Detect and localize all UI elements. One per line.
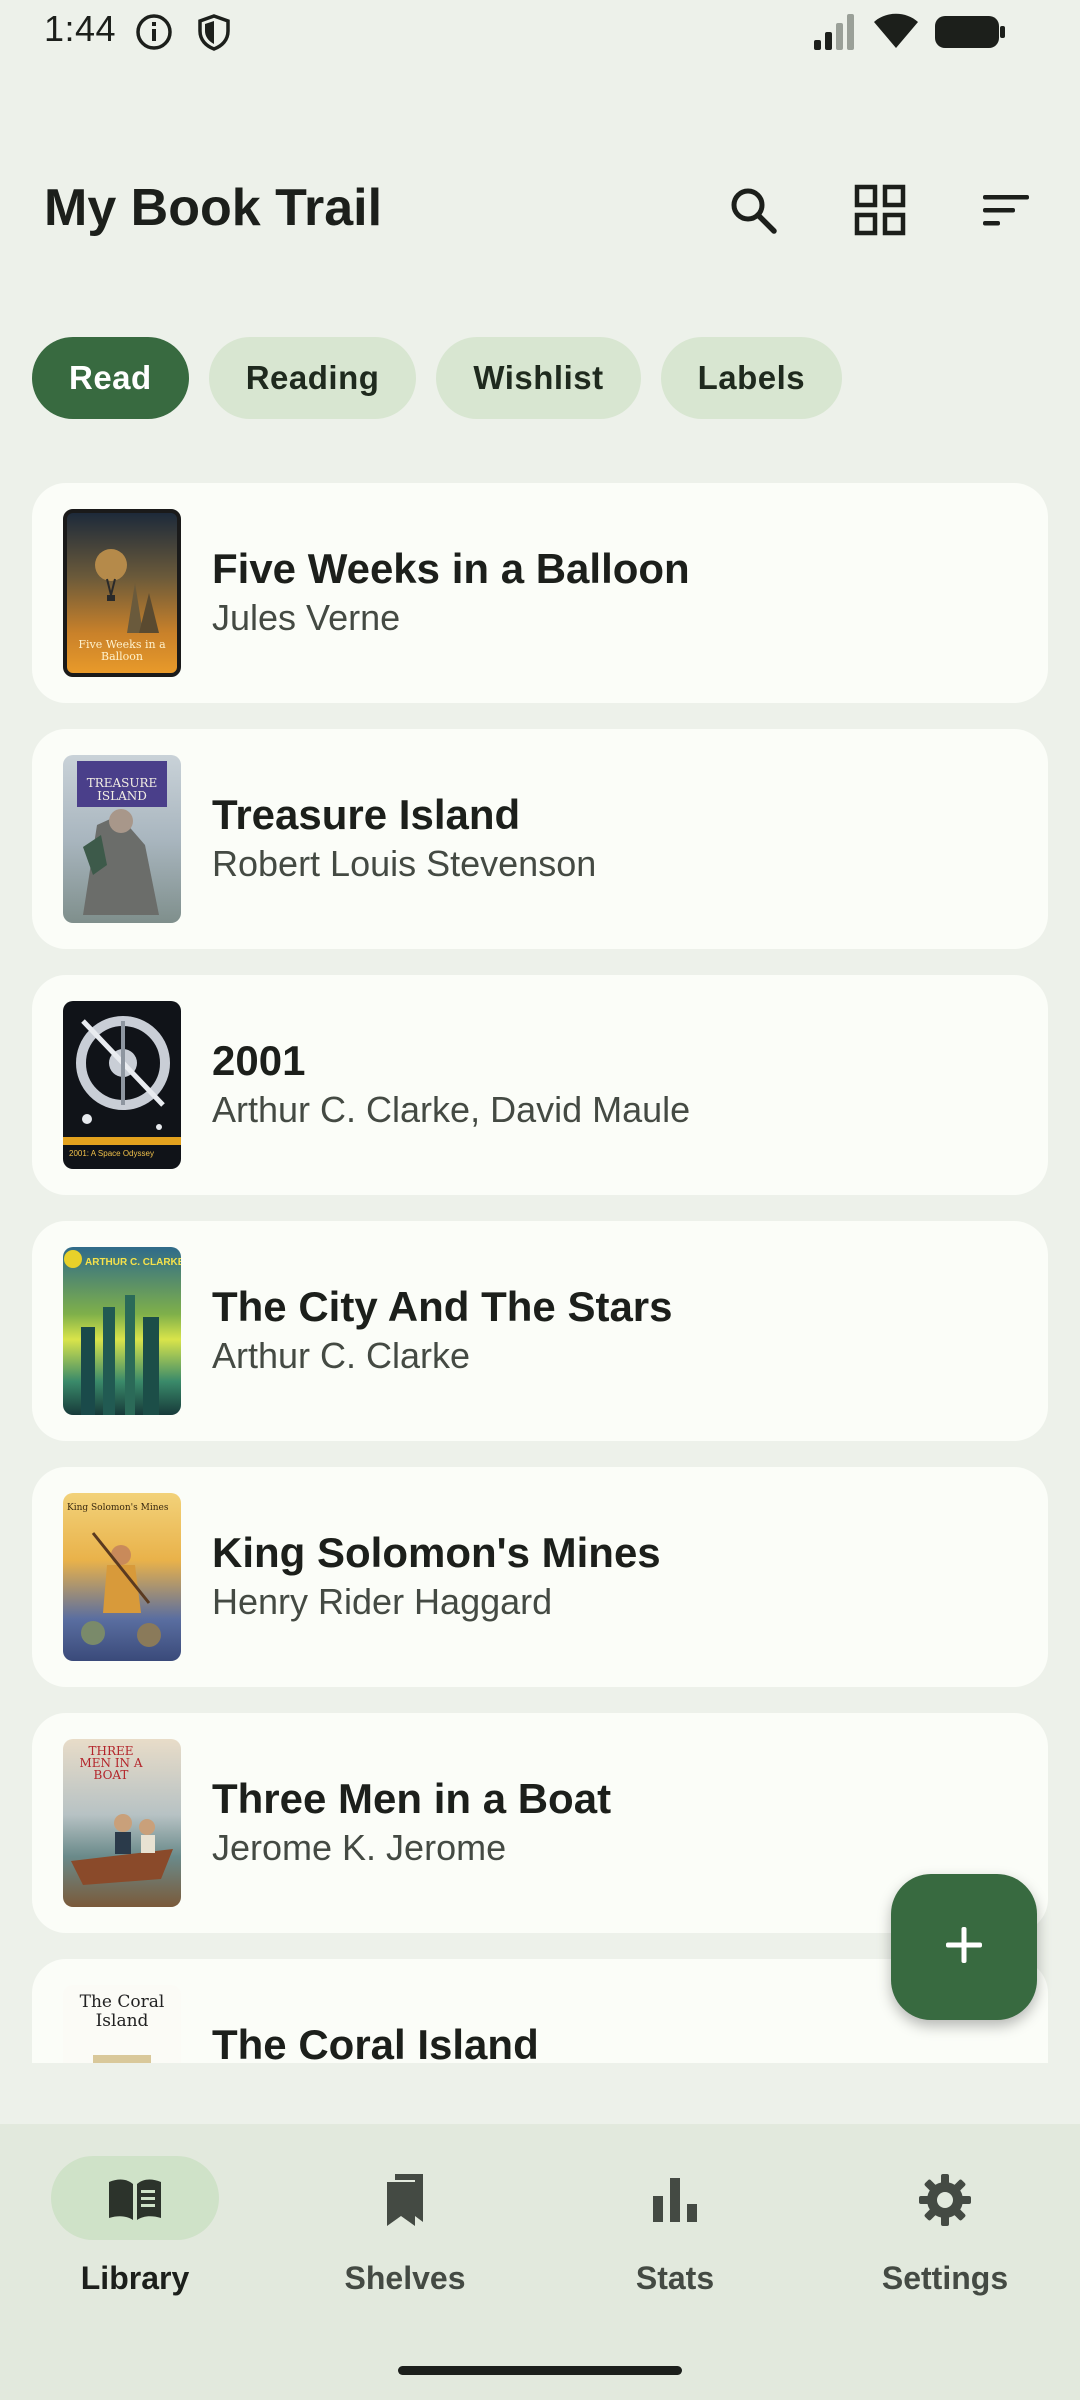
cellular-signal-icon <box>812 12 858 57</box>
sort-icon <box>979 183 1033 242</box>
book-card-king-solomons-mines[interactable]: King Solomon's Mines King Solomon's Mine… <box>32 1467 1048 1687</box>
gear-icon <box>915 2170 975 2230</box>
book-cover-text: King Solomon's Mines <box>67 1503 169 1513</box>
nav-item-stats[interactable]: Stats <box>540 2156 810 2326</box>
book-title: The City And The Stars <box>212 1283 673 1330</box>
sort-button[interactable] <box>964 170 1048 254</box>
book-title: Three Men in a Boat <box>212 1775 612 1822</box>
status-bar: 1:44 <box>0 0 1080 64</box>
battery-icon <box>934 12 1006 57</box>
add-icon <box>940 1921 988 1974</box>
book-cover-text: ARTHUR C. CLARKE <box>85 1257 181 1268</box>
nav-label: Settings <box>881 2260 1009 2296</box>
book-cover: Five Weeks in a Balloon <box>63 509 181 677</box>
book-title: Five Weeks in a Balloon <box>212 545 690 592</box>
book-card-five-weeks[interactable]: Five Weeks in a Balloon Five Weeks in a … <box>32 483 1048 703</box>
book-author: Jerome K. Jerome <box>212 1827 507 1868</box>
book-cover: The Coral Island <box>63 1985 181 2063</box>
book-title: 2001 <box>212 1037 306 1084</box>
book-author: Arthur C. Clarke, David Maule <box>212 1089 691 1130</box>
page-title: My Book Trail <box>44 179 383 237</box>
home-indicator[interactable] <box>398 2366 682 2375</box>
wifi-icon <box>872 10 920 55</box>
nav-label: Stats <box>635 2260 715 2296</box>
book-cover: 2001: A Space Odyssey <box>63 1001 181 1169</box>
book-cover: THREE MEN IN A BOAT <box>63 1739 181 1907</box>
bar-chart-icon <box>645 2170 705 2230</box>
book-list[interactable]: Five Weeks in a Balloon Five Weeks in a … <box>0 483 1080 2063</box>
nav-item-shelves[interactable]: Shelves <box>270 2156 540 2326</box>
book-title: Treasure Island <box>212 791 521 838</box>
chip-read[interactable]: Read <box>32 337 189 419</box>
add-book-button[interactable] <box>891 1874 1037 2020</box>
book-author: Henry Rider Haggard <box>212 1581 553 1622</box>
book-cover-text: TREASURE ISLAND <box>86 776 158 803</box>
book-cover-text: Five Weeks in a Balloon <box>78 638 166 663</box>
book-card-treasure-island[interactable]: TREASURE ISLAND Treasure Island Robert L… <box>32 729 1048 949</box>
book-cover-text: The Coral Island <box>79 1992 165 2031</box>
book-cover: King Solomon's Mines <box>63 1493 181 1661</box>
status-time: 1:44 <box>44 8 117 49</box>
bottom-navigation: Library Shelves Stats Settings <box>0 2124 1080 2400</box>
shield-icon <box>194 12 234 57</box>
book-author: Jules Verne <box>212 597 401 638</box>
book-open-icon <box>105 2170 165 2230</box>
grid-view-button[interactable] <box>838 170 922 254</box>
search-icon <box>726 183 780 242</box>
chip-labels[interactable]: Labels <box>660 337 843 419</box>
book-cover: ARTHUR C. CLARKE <box>63 1247 181 1415</box>
chip-wishlist[interactable]: Wishlist <box>436 337 641 419</box>
nav-label: Library <box>80 2260 190 2296</box>
info-icon <box>134 12 174 57</box>
book-author: Robert Louis Stevenson <box>212 843 597 884</box>
book-author: Arthur C. Clarke <box>212 1335 471 1376</box>
nav-item-library[interactable]: Library <box>0 2156 270 2326</box>
book-card-2001[interactable]: 2001: A Space Odyssey 2001 Arthur C. Cla… <box>32 975 1048 1195</box>
book-cover: TREASURE ISLAND <box>63 755 181 923</box>
grid-view-icon <box>853 183 907 242</box>
book-card-city-and-stars[interactable]: ARTHUR C. CLARKE The City And The Stars … <box>32 1221 1048 1441</box>
chip-reading[interactable]: Reading <box>208 337 417 419</box>
book-cover-text: THREE MEN IN A BOAT <box>79 1744 143 1782</box>
nav-label: Shelves <box>344 2260 466 2296</box>
nav-item-settings[interactable]: Settings <box>810 2156 1080 2326</box>
filter-chips: Read Reading Wishlist Labels <box>32 337 843 419</box>
bookmark-icon <box>375 2170 435 2230</box>
book-title: The Coral Island <box>212 2021 539 2063</box>
book-cover-text: 2001: A Space Odyssey <box>69 1149 154 1158</box>
search-button[interactable] <box>711 170 795 254</box>
book-title: King Solomon's Mines <box>212 1529 661 1576</box>
